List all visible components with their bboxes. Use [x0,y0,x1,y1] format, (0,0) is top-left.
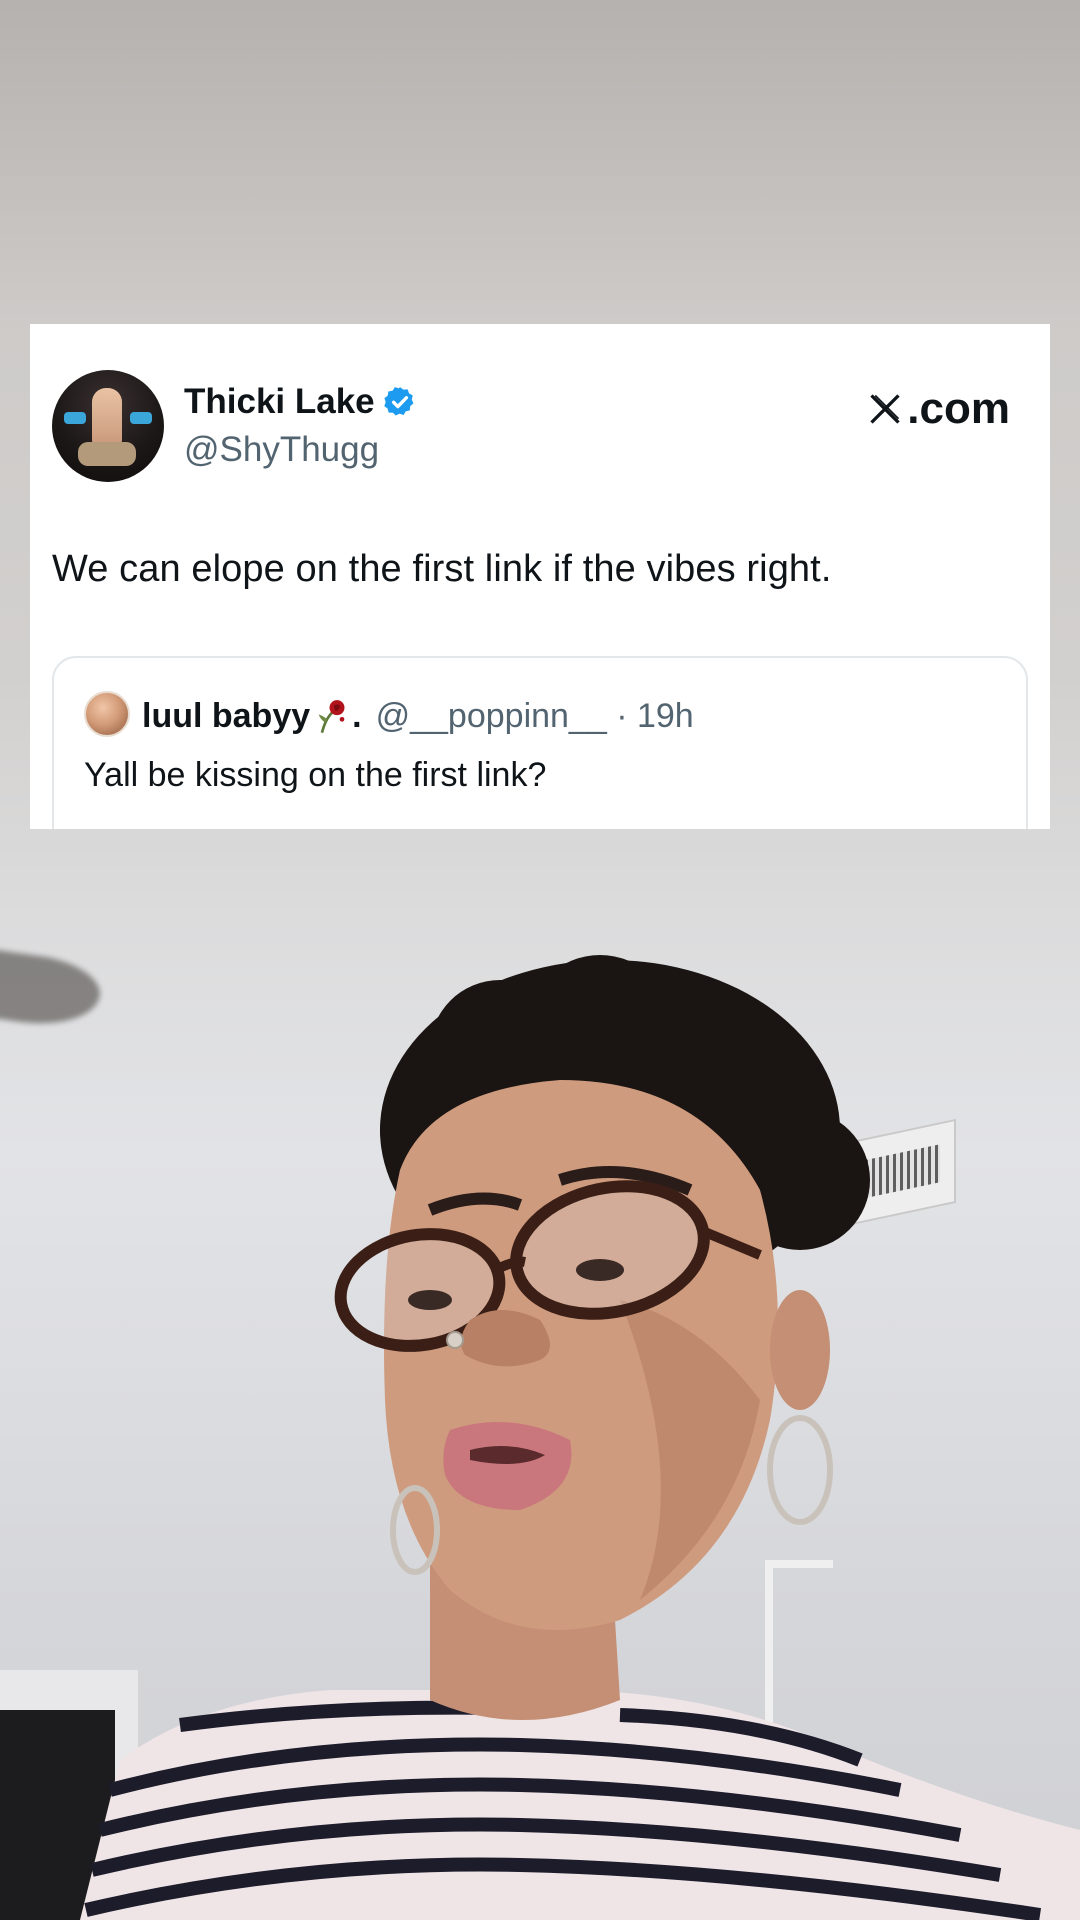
person-in-video [80,955,1080,1920]
quoted-author-name-suffix: . [352,696,362,735]
author-name-row[interactable]: Thicki Lake [184,382,417,422]
quoted-author-handle[interactable]: @__poppinn__ [376,697,607,736]
quoted-tweet[interactable]: luul babyy . @__poppinn__ · 19h Yall be … [52,656,1028,829]
x-brand-logo: .com [867,384,1010,434]
quoted-separator: · [606,696,637,735]
tweet-body-text: We can elope on the first link if the vi… [52,548,832,590]
author-display-name[interactable]: Thicki Lake [184,382,375,422]
quoted-author-name[interactable]: luul babyy [142,697,310,736]
quoted-author-avatar[interactable] [84,691,130,737]
quoted-tweet-text: Yall be kissing on the first link? [84,756,547,794]
verified-badge-icon [383,387,414,416]
quoted-tweet-header: luul babyy . @__poppinn__ · 19h [142,696,694,736]
x-logo-icon [870,394,900,424]
brand-domain-text: .com [907,384,1010,433]
author-avatar[interactable] [52,370,164,482]
quoted-timestamp[interactable]: 19h [637,697,694,736]
wilted-rose-icon [318,700,345,733]
video-background [0,0,1080,1920]
tweet-card[interactable]: Thicki Lake @ShyThugg .com We can elope … [30,324,1050,829]
author-handle[interactable]: @ShyThugg [184,430,379,470]
